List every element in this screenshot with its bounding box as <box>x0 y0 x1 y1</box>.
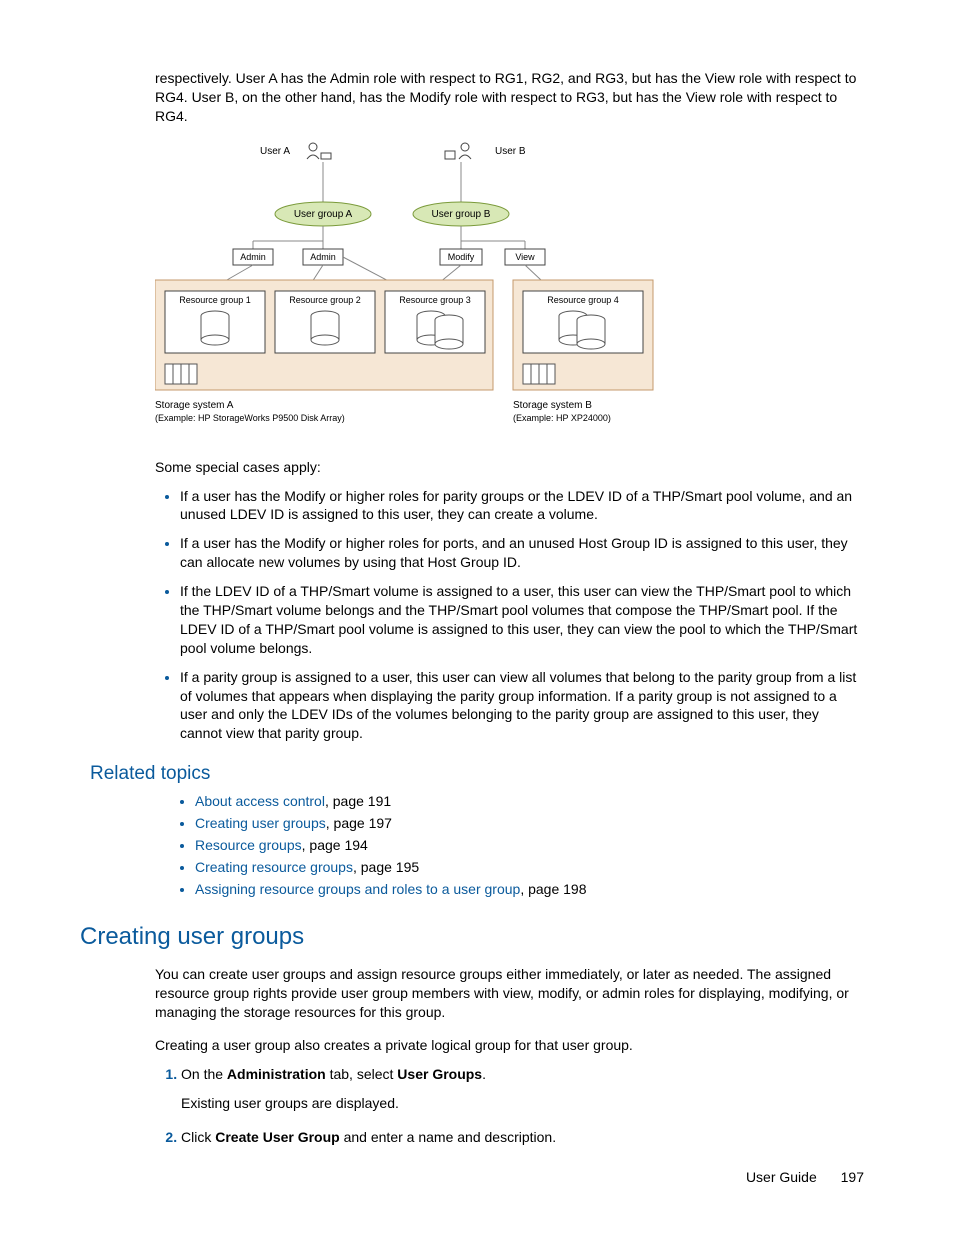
step-text: Click <box>181 1129 215 1145</box>
list-item: About access control, page 191 <box>195 793 864 809</box>
svg-text:Admin: Admin <box>240 252 266 262</box>
svg-text:User group B: User group B <box>432 209 491 220</box>
create-para-2: Creating a user group also creates a pri… <box>155 1036 864 1055</box>
special-cases-lead: Some special cases apply: <box>155 458 864 477</box>
svg-text:User A: User A <box>260 146 290 157</box>
step-text: On the <box>181 1066 227 1082</box>
bold-term: Administration <box>227 1066 326 1082</box>
svg-text:Storage system A: Storage system A <box>155 400 234 411</box>
related-suffix: , page 198 <box>520 881 586 897</box>
special-cases-list: If a user has the Modify or higher roles… <box>160 487 864 744</box>
svg-text:Resource group 2: Resource group 2 <box>289 295 361 305</box>
list-item: If the LDEV ID of a THP/Smart volume is … <box>180 582 864 658</box>
step-text: tab, select <box>326 1066 398 1082</box>
footer-page-number: 197 <box>841 1169 864 1185</box>
svg-text:User group A: User group A <box>294 209 353 220</box>
svg-text:View: View <box>515 252 535 262</box>
footer-label: User Guide <box>746 1169 817 1185</box>
related-topics-list: About access control, page 191 Creating … <box>175 793 864 897</box>
roles-diagram: User A User B User group A User group B … <box>155 136 864 444</box>
intro-continuation: respectively. User A has the Admin role … <box>155 69 864 126</box>
step-subtext: Existing user groups are displayed. <box>181 1094 864 1114</box>
list-item: Assigning resource groups and roles to a… <box>195 881 864 897</box>
creating-user-groups-heading: Creating user groups <box>80 923 864 951</box>
steps-list: On the Administration tab, select User G… <box>155 1065 864 1148</box>
bold-term: User Groups <box>397 1066 482 1082</box>
list-item: Creating user groups, page 197 <box>195 815 864 831</box>
step-1: On the Administration tab, select User G… <box>181 1065 864 1114</box>
create-para-1: You can create user groups and assign re… <box>155 965 864 1022</box>
related-link[interactable]: About access control <box>195 793 325 809</box>
svg-text:(Example: HP XP24000): (Example: HP XP24000) <box>513 413 611 423</box>
svg-text:Modify: Modify <box>448 252 475 262</box>
page-footer: User Guide 197 <box>746 1169 864 1185</box>
step-text: . <box>482 1066 486 1082</box>
svg-text:User B: User B <box>495 146 526 157</box>
step-2: Click Create User Group and enter a name… <box>181 1128 864 1148</box>
svg-text:Resource group 1: Resource group 1 <box>179 295 251 305</box>
related-suffix: , page 191 <box>325 793 391 809</box>
svg-text:Storage system B: Storage system B <box>513 400 592 411</box>
svg-text:Resource group 3: Resource group 3 <box>399 295 471 305</box>
list-item: If a user has the Modify or higher roles… <box>180 487 864 525</box>
svg-text:Resource group 4: Resource group 4 <box>547 295 619 305</box>
related-link[interactable]: Assigning resource groups and roles to a… <box>195 881 520 897</box>
related-link[interactable]: Resource groups <box>195 837 302 853</box>
step-text: and enter a name and description. <box>340 1129 556 1145</box>
related-topics-heading: Related topics <box>90 763 864 785</box>
list-item: Creating resource groups, page 195 <box>195 859 864 875</box>
svg-text:(Example: HP StorageWorks P950: (Example: HP StorageWorks P9500 Disk Arr… <box>155 413 345 423</box>
related-suffix: , page 194 <box>302 837 368 853</box>
related-link[interactable]: Creating resource groups <box>195 859 353 875</box>
list-item: Resource groups, page 194 <box>195 837 864 853</box>
related-suffix: , page 197 <box>326 815 392 831</box>
related-link[interactable]: Creating user groups <box>195 815 326 831</box>
list-item: If a parity group is assigned to a user,… <box>180 668 864 744</box>
svg-text:Admin: Admin <box>310 252 336 262</box>
related-suffix: , page 195 <box>353 859 419 875</box>
bold-term: Create User Group <box>215 1129 339 1145</box>
list-item: If a user has the Modify or higher roles… <box>180 534 864 572</box>
